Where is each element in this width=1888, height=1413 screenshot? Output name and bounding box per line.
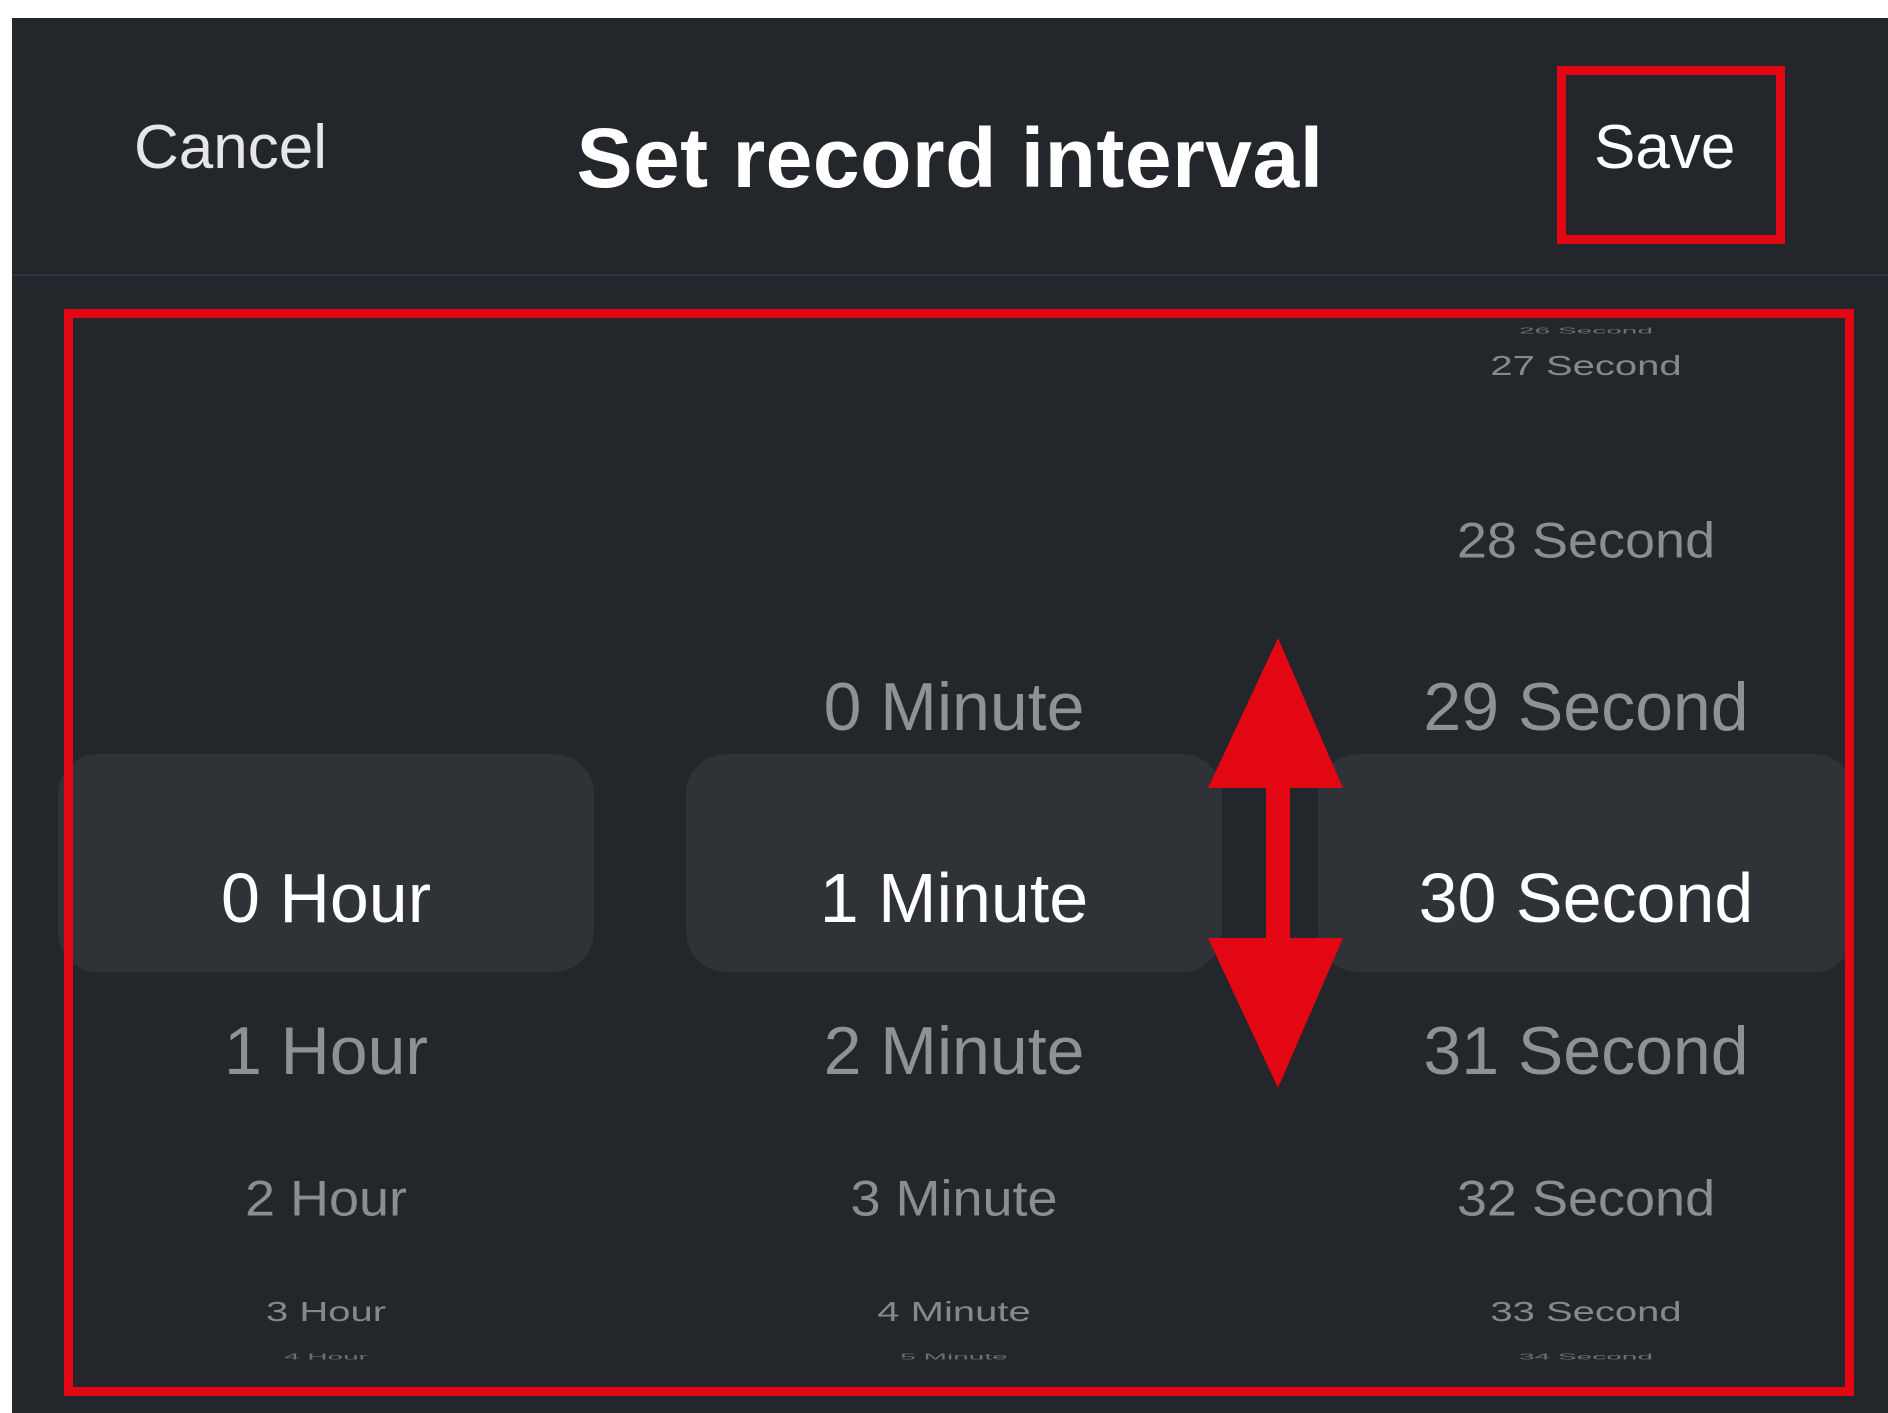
second-option[interactable]: 33 Second bbox=[1318, 1297, 1854, 1328]
minute-option[interactable]: 4 Minute bbox=[686, 1297, 1222, 1328]
minute-option[interactable]: 2 Minute bbox=[686, 1012, 1222, 1090]
hour-option[interactable]: 2 Hour bbox=[58, 1170, 594, 1227]
hour-option-selected[interactable]: 0 Hour bbox=[58, 858, 594, 938]
dialog-header: Cancel Set record interval Save bbox=[12, 18, 1888, 274]
hour-wheel[interactable]: 0 Hour 1 Hour 2 Hour 3 Hour 4 Hour bbox=[58, 318, 594, 1378]
second-wheel[interactable]: 26 Second 27 Second 28 Second 29 Second … bbox=[1318, 318, 1854, 1378]
hour-option[interactable]: 1 Hour bbox=[58, 1012, 594, 1090]
second-option[interactable]: 29 Second bbox=[1318, 668, 1854, 746]
minute-wheel[interactable]: 0 Minute 1 Minute 2 Minute 3 Minute 4 Mi… bbox=[686, 318, 1222, 1378]
hour-option[interactable]: 4 Hour bbox=[58, 1353, 594, 1361]
minute-option[interactable]: 0 Minute bbox=[686, 668, 1222, 746]
hour-option[interactable]: 3 Hour bbox=[58, 1297, 594, 1328]
double-vertical-arrow-icon bbox=[1208, 638, 1343, 1088]
save-button[interactable]: Save bbox=[1594, 112, 1735, 183]
second-option[interactable]: 27 Second bbox=[1318, 351, 1854, 382]
header-divider bbox=[12, 274, 1888, 276]
second-option-selected[interactable]: 30 Second bbox=[1318, 858, 1854, 938]
second-option[interactable]: 28 Second bbox=[1318, 512, 1854, 569]
second-option[interactable]: 34 Second bbox=[1318, 1353, 1854, 1361]
minute-option[interactable]: 5 Minute bbox=[686, 1353, 1222, 1361]
record-interval-dialog: Cancel Set record interval Save 0 Hour 1… bbox=[12, 18, 1888, 1413]
second-option[interactable]: 26 Second bbox=[1318, 327, 1854, 335]
minute-option-selected[interactable]: 1 Minute bbox=[686, 858, 1222, 938]
second-option[interactable]: 31 Second bbox=[1318, 1012, 1854, 1090]
second-option[interactable]: 32 Second bbox=[1318, 1170, 1854, 1227]
minute-option[interactable]: 3 Minute bbox=[686, 1170, 1222, 1227]
